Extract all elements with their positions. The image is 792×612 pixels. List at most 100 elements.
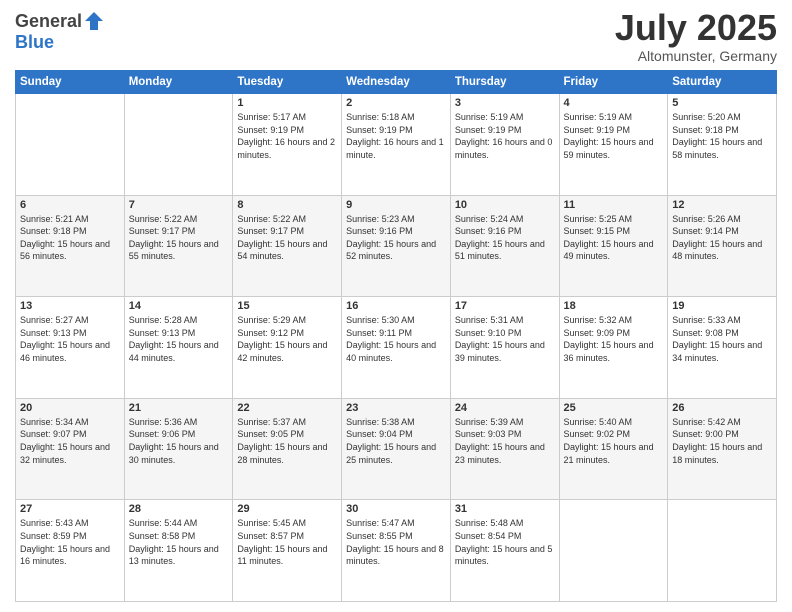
sunset-text: Sunset: 9:06 PM [129, 428, 229, 441]
sunrise-text: Sunrise: 5:19 AM [564, 111, 664, 124]
calendar-cell: 29 Sunrise: 5:45 AM Sunset: 8:57 PM Dayl… [233, 500, 342, 602]
calendar-cell: 27 Sunrise: 5:43 AM Sunset: 8:59 PM Dayl… [16, 500, 125, 602]
daylight-text: Daylight: 15 hours and 39 minutes. [455, 339, 555, 364]
calendar-week-4: 20 Sunrise: 5:34 AM Sunset: 9:07 PM Dayl… [16, 398, 777, 500]
sunset-text: Sunset: 9:18 PM [672, 124, 772, 137]
calendar-week-5: 27 Sunrise: 5:43 AM Sunset: 8:59 PM Dayl… [16, 500, 777, 602]
calendar-cell: 20 Sunrise: 5:34 AM Sunset: 9:07 PM Dayl… [16, 398, 125, 500]
sunset-text: Sunset: 8:57 PM [237, 530, 337, 543]
day-number: 23 [346, 402, 446, 414]
daylight-text: Daylight: 15 hours and 51 minutes. [455, 238, 555, 263]
day-number: 2 [346, 97, 446, 109]
col-thursday: Thursday [450, 71, 559, 94]
day-number: 10 [455, 199, 555, 211]
day-number: 14 [129, 300, 229, 312]
day-number: 27 [20, 503, 120, 515]
col-tuesday: Tuesday [233, 71, 342, 94]
sunrise-text: Sunrise: 5:44 AM [129, 517, 229, 530]
calendar-cell: 22 Sunrise: 5:37 AM Sunset: 9:05 PM Dayl… [233, 398, 342, 500]
col-wednesday: Wednesday [342, 71, 451, 94]
calendar-cell: 15 Sunrise: 5:29 AM Sunset: 9:12 PM Dayl… [233, 297, 342, 399]
day-info: Sunrise: 5:30 AM Sunset: 9:11 PM Dayligh… [346, 314, 446, 364]
day-number: 21 [129, 402, 229, 414]
sunrise-text: Sunrise: 5:21 AM [20, 213, 120, 226]
day-info: Sunrise: 5:22 AM Sunset: 9:17 PM Dayligh… [129, 213, 229, 263]
day-number: 18 [564, 300, 664, 312]
sunrise-text: Sunrise: 5:45 AM [237, 517, 337, 530]
calendar-cell: 26 Sunrise: 5:42 AM Sunset: 9:00 PM Dayl… [668, 398, 777, 500]
calendar-cell: 13 Sunrise: 5:27 AM Sunset: 9:13 PM Dayl… [16, 297, 125, 399]
day-info: Sunrise: 5:39 AM Sunset: 9:03 PM Dayligh… [455, 416, 555, 466]
day-info: Sunrise: 5:43 AM Sunset: 8:59 PM Dayligh… [20, 517, 120, 567]
sunset-text: Sunset: 9:09 PM [564, 327, 664, 340]
daylight-text: Daylight: 15 hours and 25 minutes. [346, 441, 446, 466]
sunset-text: Sunset: 9:02 PM [564, 428, 664, 441]
calendar-cell: 23 Sunrise: 5:38 AM Sunset: 9:04 PM Dayl… [342, 398, 451, 500]
sunrise-text: Sunrise: 5:30 AM [346, 314, 446, 327]
sunrise-text: Sunrise: 5:38 AM [346, 416, 446, 429]
day-number: 6 [20, 199, 120, 211]
day-number: 16 [346, 300, 446, 312]
day-number: 22 [237, 402, 337, 414]
sunrise-text: Sunrise: 5:26 AM [672, 213, 772, 226]
calendar-cell: 8 Sunrise: 5:22 AM Sunset: 9:17 PM Dayli… [233, 195, 342, 297]
sunset-text: Sunset: 8:58 PM [129, 530, 229, 543]
calendar-cell: 21 Sunrise: 5:36 AM Sunset: 9:06 PM Dayl… [124, 398, 233, 500]
col-friday: Friday [559, 71, 668, 94]
daylight-text: Daylight: 15 hours and 52 minutes. [346, 238, 446, 263]
day-number: 13 [20, 300, 120, 312]
day-number: 5 [672, 97, 772, 109]
sunset-text: Sunset: 9:13 PM [20, 327, 120, 340]
sunrise-text: Sunrise: 5:17 AM [237, 111, 337, 124]
day-info: Sunrise: 5:28 AM Sunset: 9:13 PM Dayligh… [129, 314, 229, 364]
daylight-text: Daylight: 15 hours and 46 minutes. [20, 339, 120, 364]
daylight-text: Daylight: 15 hours and 48 minutes. [672, 238, 772, 263]
day-number: 17 [455, 300, 555, 312]
daylight-text: Daylight: 15 hours and 11 minutes. [237, 543, 337, 568]
daylight-text: Daylight: 16 hours and 0 minutes. [455, 136, 555, 161]
day-info: Sunrise: 5:23 AM Sunset: 9:16 PM Dayligh… [346, 213, 446, 263]
day-info: Sunrise: 5:19 AM Sunset: 9:19 PM Dayligh… [564, 111, 664, 161]
calendar-cell: 9 Sunrise: 5:23 AM Sunset: 9:16 PM Dayli… [342, 195, 451, 297]
sunrise-text: Sunrise: 5:31 AM [455, 314, 555, 327]
day-number: 20 [20, 402, 120, 414]
sunset-text: Sunset: 9:11 PM [346, 327, 446, 340]
sunrise-text: Sunrise: 5:43 AM [20, 517, 120, 530]
day-number: 3 [455, 97, 555, 109]
daylight-text: Daylight: 15 hours and 21 minutes. [564, 441, 664, 466]
sunset-text: Sunset: 8:55 PM [346, 530, 446, 543]
day-info: Sunrise: 5:20 AM Sunset: 9:18 PM Dayligh… [672, 111, 772, 161]
sunrise-text: Sunrise: 5:28 AM [129, 314, 229, 327]
sunset-text: Sunset: 9:12 PM [237, 327, 337, 340]
daylight-text: Daylight: 15 hours and 56 minutes. [20, 238, 120, 263]
calendar-cell: 25 Sunrise: 5:40 AM Sunset: 9:02 PM Dayl… [559, 398, 668, 500]
day-info: Sunrise: 5:19 AM Sunset: 9:19 PM Dayligh… [455, 111, 555, 161]
sunrise-text: Sunrise: 5:32 AM [564, 314, 664, 327]
day-number: 9 [346, 199, 446, 211]
calendar-cell [124, 94, 233, 196]
calendar-header-row: Sunday Monday Tuesday Wednesday Thursday… [16, 71, 777, 94]
day-number: 26 [672, 402, 772, 414]
sunset-text: Sunset: 9:17 PM [237, 225, 337, 238]
day-number: 28 [129, 503, 229, 515]
daylight-text: Daylight: 15 hours and 16 minutes. [20, 543, 120, 568]
day-info: Sunrise: 5:40 AM Sunset: 9:02 PM Dayligh… [564, 416, 664, 466]
logo-icon [83, 10, 105, 32]
daylight-text: Daylight: 15 hours and 54 minutes. [237, 238, 337, 263]
calendar-cell: 17 Sunrise: 5:31 AM Sunset: 9:10 PM Dayl… [450, 297, 559, 399]
sunset-text: Sunset: 9:19 PM [346, 124, 446, 137]
day-info: Sunrise: 5:26 AM Sunset: 9:14 PM Dayligh… [672, 213, 772, 263]
sunrise-text: Sunrise: 5:37 AM [237, 416, 337, 429]
day-number: 8 [237, 199, 337, 211]
day-number: 31 [455, 503, 555, 515]
daylight-text: Daylight: 15 hours and 49 minutes. [564, 238, 664, 263]
day-number: 30 [346, 503, 446, 515]
sunrise-text: Sunrise: 5:36 AM [129, 416, 229, 429]
daylight-text: Daylight: 15 hours and 8 minutes. [346, 543, 446, 568]
title-block: July 2025 Altomunster, Germany [615, 10, 777, 64]
day-info: Sunrise: 5:18 AM Sunset: 9:19 PM Dayligh… [346, 111, 446, 161]
sunrise-text: Sunrise: 5:25 AM [564, 213, 664, 226]
day-info: Sunrise: 5:33 AM Sunset: 9:08 PM Dayligh… [672, 314, 772, 364]
calendar-cell: 6 Sunrise: 5:21 AM Sunset: 9:18 PM Dayli… [16, 195, 125, 297]
daylight-text: Daylight: 15 hours and 18 minutes. [672, 441, 772, 466]
